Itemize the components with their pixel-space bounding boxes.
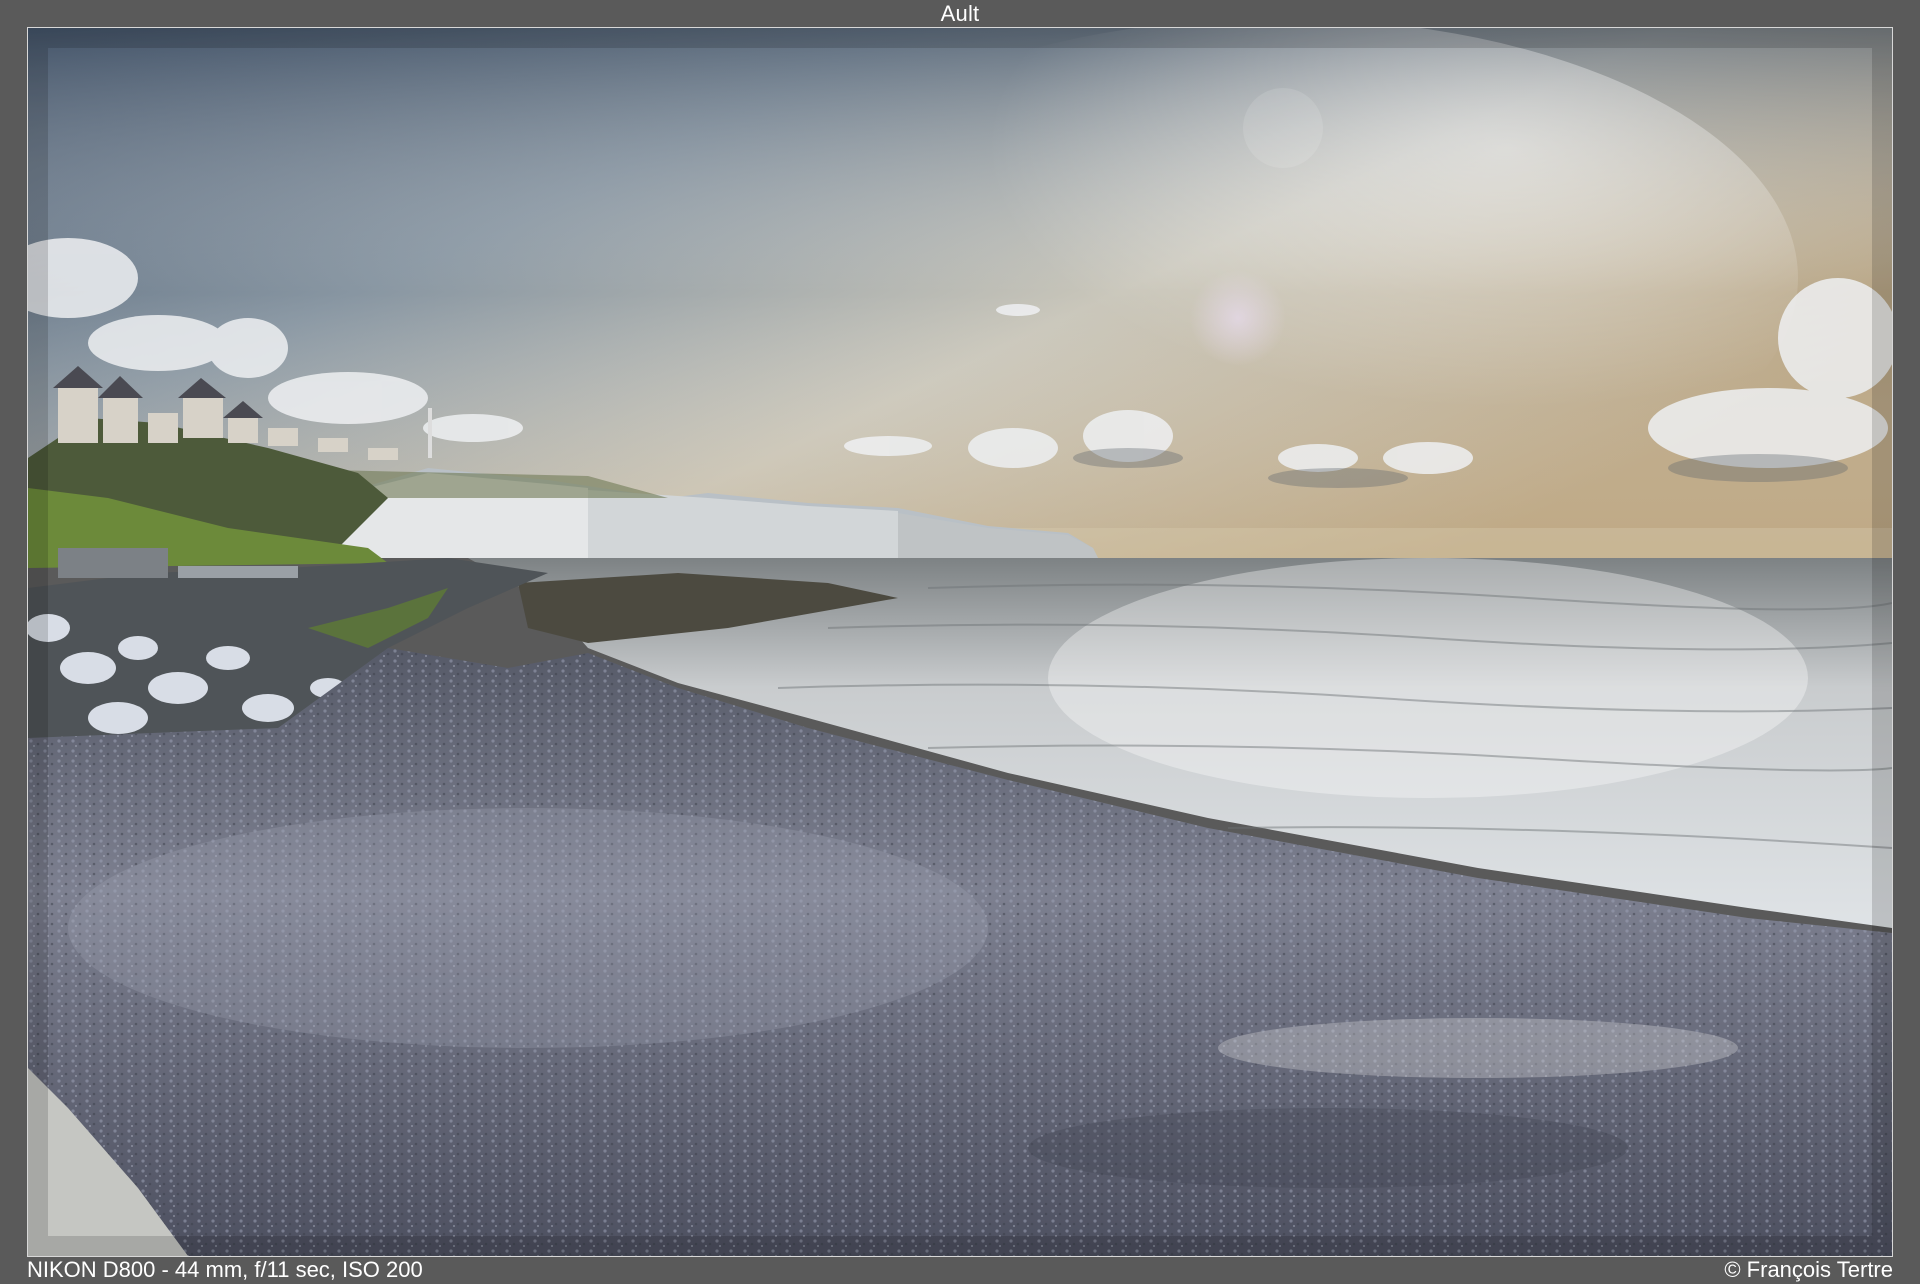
copyright-caption: © François Tertre (1724, 1257, 1893, 1282)
exif-caption: NIKON D800 - 44 mm, f/11 sec, ISO 200 (27, 1257, 423, 1282)
photo-title: Ault (940, 1, 980, 26)
photo-frame: Ault NIKON D800 - 44 mm, f/11 sec, ISO 2… (0, 0, 1920, 1284)
landscape-photo (27, 27, 1893, 1257)
